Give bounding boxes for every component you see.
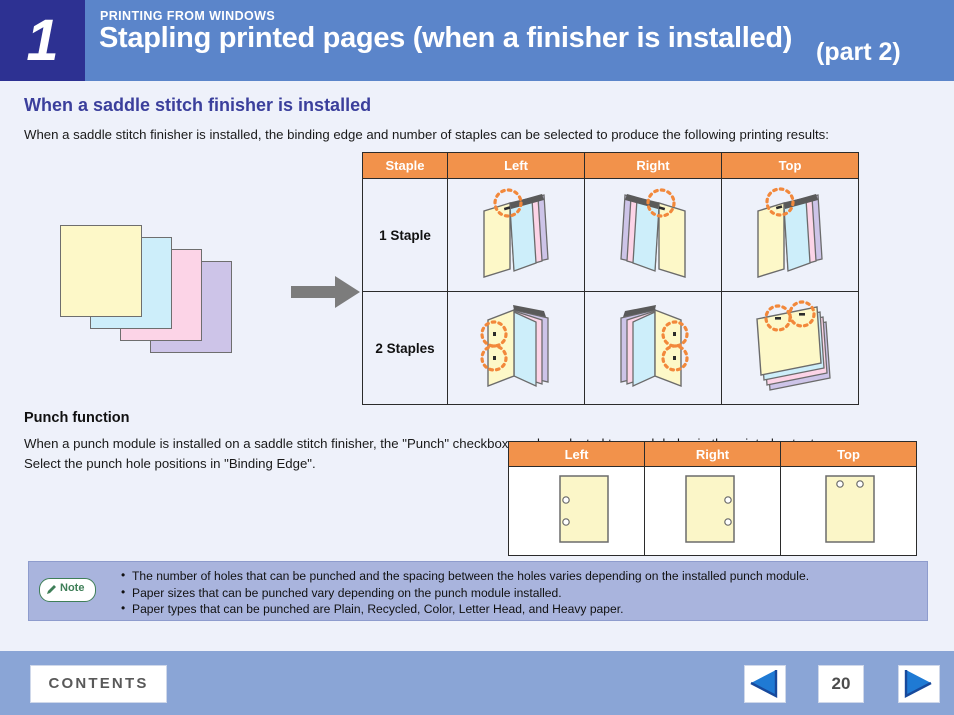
staple-col-header-staple: Staple (362, 152, 448, 179)
table-row: 2 Staples (362, 291, 859, 405)
sheet-1 (60, 225, 142, 317)
list-item: Paper types that can be punched are Plai… (121, 600, 809, 618)
chapter-number-badge: 1 (0, 0, 85, 81)
stack-of-printed-sheets-illustration (55, 215, 360, 353)
cell-page-punch-top (780, 466, 917, 556)
contents-button[interactable]: CONTENTS (30, 665, 167, 703)
part-label: (part 2) (816, 38, 901, 66)
staple-row-label-2: 2 Staples (362, 291, 448, 405)
table-row: 1 Staple (362, 178, 859, 292)
punch-table-header-row: Left Right Top (508, 441, 917, 467)
left-triangle-icon (750, 670, 778, 698)
staple-col-header-right: Right (584, 152, 722, 179)
staple-col-header-top: Top (721, 152, 859, 179)
cell-booklet-staple-left (447, 178, 585, 292)
table-row (508, 466, 917, 556)
header-kicker: PRINTING FROM WINDOWS (100, 9, 276, 23)
page-title: Stapling printed pages (when a finisher … (99, 22, 793, 54)
right-arrow-icon (291, 276, 360, 308)
punch-col-header-top: Top (780, 441, 917, 467)
page-number-indicator: 20 (818, 665, 864, 703)
punch-section-title: Punch function (24, 410, 130, 426)
staple-table-header-row: Staple Left Right Top (362, 152, 859, 179)
page-footer: CONTENTS 20 (0, 651, 954, 715)
cell-booklet-2staples-left (447, 291, 585, 405)
note-badge-label: Note (60, 582, 85, 594)
previous-page-button[interactable] (744, 665, 786, 703)
staple-row-label-1: 1 Staple (362, 178, 448, 292)
right-triangle-icon (904, 670, 932, 698)
staple-col-header-left: Left (447, 152, 585, 179)
list-item: The number of holes that can be punched … (121, 567, 809, 585)
note-item-list: The number of holes that can be punched … (121, 567, 809, 618)
next-page-button[interactable] (898, 665, 940, 703)
section-title: When a saddle stitch finisher is install… (24, 95, 372, 115)
cell-stack-2staples-top (721, 291, 859, 405)
pencil-icon (47, 585, 56, 594)
punch-col-header-right: Right (644, 441, 781, 467)
cell-page-punch-right (644, 466, 781, 556)
cell-booklet-staple-right (584, 178, 722, 292)
page-header: 1 PRINTING FROM WINDOWS Stapling printed… (0, 0, 954, 81)
cell-booklet-staple-top (721, 178, 859, 292)
staple-position-table: Staple Left Right Top 1 Staple 2 Staples (362, 152, 859, 405)
punch-position-table: Left Right Top (508, 441, 917, 556)
cell-booklet-2staples-right (584, 291, 722, 405)
cell-page-punch-left (508, 466, 645, 556)
section-intro-text: When a saddle stitch finisher is install… (24, 127, 829, 142)
note-callout: Note The number of holes that can be pun… (28, 561, 928, 621)
note-badge: Note (39, 578, 96, 602)
list-item: Paper sizes that can be punched vary dep… (121, 584, 809, 602)
punch-col-header-left: Left (508, 441, 645, 467)
